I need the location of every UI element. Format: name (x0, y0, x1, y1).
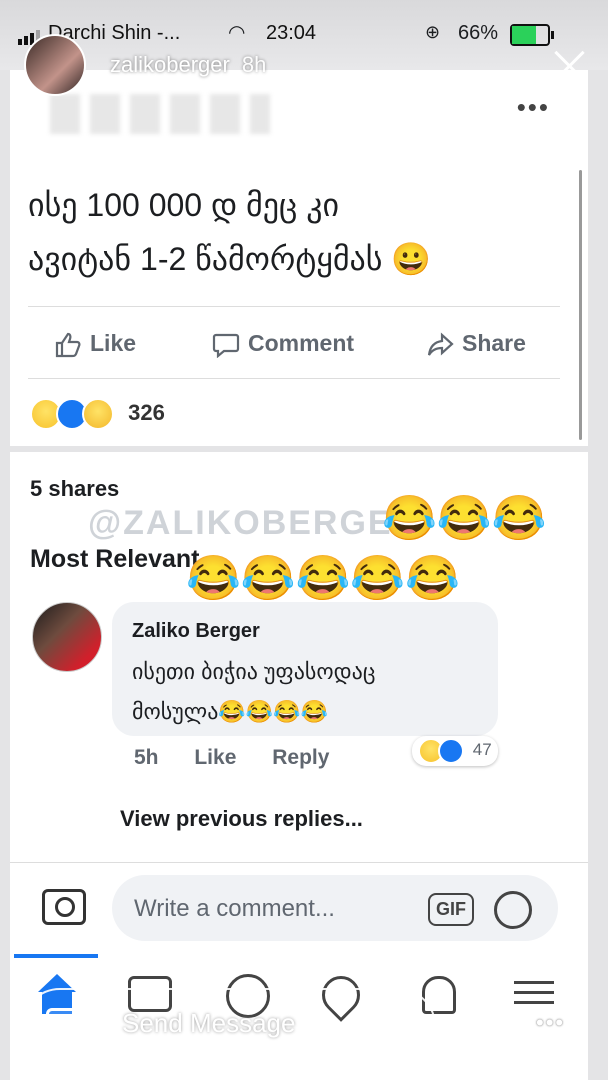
clock: 23:04 (266, 22, 317, 44)
share-button[interactable]: Share (426, 330, 526, 358)
more-icon[interactable]: ••• (536, 1010, 565, 1036)
like-reaction-icon (438, 738, 464, 764)
view-previous-replies[interactable]: View previous replies... (120, 806, 363, 832)
send-message-placeholder: Send Message (122, 1008, 296, 1038)
divider (28, 306, 560, 307)
comment-composer: Write a comment... GIF (10, 862, 588, 953)
overlay-emojis: 😂😂😂😂😂 (186, 554, 460, 603)
overlay-emojis: 😂😂😂 (382, 494, 547, 543)
comment-text: ისეთი ბიჭია უფასოდაც მოსულა😂😂😂😂 (132, 652, 484, 732)
comment-time: 5h (134, 746, 159, 769)
sad-reaction-icon (82, 398, 114, 430)
post-text-line: ისე 100 000 დ მეც კი (28, 187, 340, 223)
status-bar: Darchi Shin -... ◠ 23:04 ⊕ 66% (0, 0, 608, 70)
rotation-lock-icon: ⊕ (425, 22, 441, 42)
camera-icon[interactable] (42, 889, 86, 925)
send-message-input[interactable]: Send Message (22, 988, 436, 1064)
comment-input[interactable]: Write a comment... GIF (112, 875, 558, 941)
camera-icon[interactable] (46, 1008, 88, 1042)
wifi-icon: ◠ (228, 22, 246, 44)
comment-reply-link[interactable]: Reply (272, 746, 329, 769)
comment-like-link[interactable]: Like (194, 746, 236, 769)
post-actions: Like Comment Share (10, 322, 588, 372)
smiley-icon[interactable] (494, 891, 532, 929)
story-avatar[interactable] (24, 34, 86, 96)
story-age: 8h (241, 52, 267, 77)
comment-button[interactable]: Comment (212, 330, 354, 358)
like-button[interactable]: Like (54, 330, 136, 358)
close-icon[interactable] (552, 48, 586, 82)
comment-bubble[interactable]: Zaliko Berger ისეთი ბიჭია უფასოდაც მოსულ… (112, 602, 498, 736)
post-text: ისე 100 000 დ მეც კი ავიტან 1-2 წამორტყმ… (28, 178, 570, 286)
blurred-header (50, 94, 270, 134)
more-options-icon[interactable]: ••• (517, 92, 550, 123)
story-header: zalikoberger 8h (24, 34, 266, 96)
thumbs-up-icon (55, 332, 81, 358)
comment-meta: 5h Like Reply (134, 746, 359, 770)
comment-reaction-count: 47 (472, 740, 492, 760)
battery-percent: 66% (458, 22, 499, 44)
reaction-count: 326 (128, 399, 165, 425)
menu-icon[interactable] (514, 974, 554, 1014)
comment-text-line: ისეთი ბიჭია უფასოდაც (132, 659, 376, 684)
scrollbar[interactable] (579, 170, 582, 440)
reaction-summary[interactable]: 326 (30, 398, 165, 430)
story-username[interactable]: zalikoberger (110, 52, 230, 77)
comment-author[interactable]: Zaliko Berger (132, 620, 260, 643)
send-icon[interactable] (462, 1000, 502, 1040)
active-tab-indicator (14, 954, 98, 958)
comments-section: 5 shares @ZALIKOBERGER 😂😂😂 Most Relevant… (10, 452, 588, 862)
comment-icon (212, 333, 240, 358)
watermark: @ZALIKOBERGER (88, 504, 420, 542)
share-icon (427, 332, 454, 356)
post-card: ••• ისე 100 000 დ მეც კი ავიტან 1-2 წამო… (10, 70, 588, 446)
gif-icon[interactable]: GIF (428, 893, 474, 926)
comment-reactions[interactable]: 47 (412, 736, 498, 766)
comment-text-line: მოსულა😂😂😂😂 (132, 699, 328, 724)
post-text-line: ავიტან 1-2 წამორტყმას 😀 (28, 241, 432, 277)
comment-avatar[interactable] (32, 602, 102, 672)
divider (28, 378, 560, 379)
shares-count[interactable]: 5 shares (30, 476, 119, 502)
comment-placeholder: Write a comment... (134, 895, 335, 922)
battery-icon (510, 24, 554, 46)
